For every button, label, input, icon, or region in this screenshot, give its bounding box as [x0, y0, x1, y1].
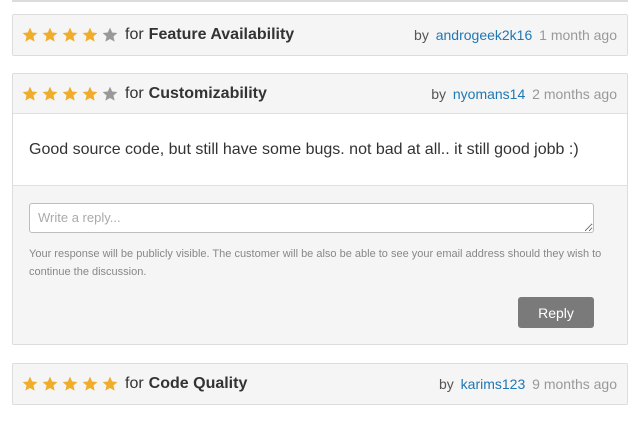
divider-top — [12, 0, 628, 2]
star-rating — [21, 26, 119, 44]
for-label: for — [125, 84, 144, 102]
star-empty-icon — [102, 27, 118, 42]
review-meta: by karims123 9 months ago — [439, 376, 617, 392]
review-meta: by nyomans14 2 months ago — [431, 86, 617, 102]
review-meta: by androgeek2k16 1 month ago — [414, 27, 617, 43]
star-filled-icon — [82, 27, 98, 42]
by-label: by — [431, 85, 446, 102]
star-filled-icon — [22, 86, 38, 101]
star-filled-icon — [42, 376, 58, 391]
for-label: for — [125, 375, 144, 392]
author-link[interactable]: karims123 — [461, 376, 526, 392]
star-filled-icon — [62, 376, 78, 391]
review-card: for Code Quality by karims123 9 months a… — [12, 363, 628, 405]
by-label: by — [438, 376, 454, 392]
star-filled-icon — [42, 27, 58, 42]
rating-summary: for Customizability — [21, 85, 267, 103]
review-header: for Code Quality by karims123 9 months a… — [13, 364, 627, 404]
rating-summary: for Code Quality — [21, 375, 247, 393]
review-category: Customizability — [148, 84, 267, 102]
star-filled-icon — [62, 27, 78, 42]
review-time: 9 months ago — [532, 376, 617, 392]
review-time: 1 month ago — [539, 27, 617, 43]
for-label: for — [125, 26, 144, 43]
star-filled-icon — [42, 86, 58, 101]
star-empty-icon — [102, 86, 118, 101]
review-time: 2 months ago — [532, 85, 617, 102]
reply-form: Your response will be publicly visible. … — [13, 186, 627, 344]
star-rating — [21, 375, 119, 393]
rating-summary: for Feature Availability — [21, 26, 294, 44]
review-header: for Customizability by nyomans14 2 month… — [13, 74, 627, 114]
star-filled-icon — [82, 86, 98, 101]
review-card: for Feature Availability by androgeek2k1… — [12, 14, 628, 56]
by-label: by — [414, 27, 429, 43]
star-rating — [21, 85, 119, 103]
author-link[interactable]: nyomans14 — [453, 86, 525, 102]
review-header: for Feature Availability by androgeek2k1… — [13, 15, 627, 55]
review-category: Code Quality — [148, 375, 248, 392]
star-filled-icon — [102, 376, 118, 391]
author-link[interactable]: androgeek2k16 — [436, 27, 533, 43]
review-category: Feature Availability — [148, 26, 295, 43]
star-filled-icon — [62, 86, 78, 101]
star-filled-icon — [22, 376, 38, 391]
star-filled-icon — [22, 27, 38, 42]
reply-button[interactable]: Reply — [518, 297, 594, 328]
review-comment: Good source code, but still have some bu… — [13, 114, 627, 186]
reply-notice: Your response will be publicly visible. … — [29, 248, 602, 278]
star-filled-icon — [82, 376, 98, 391]
reply-input[interactable] — [29, 203, 594, 233]
review-card: for Customizability by nyomans14 2 month… — [12, 73, 628, 345]
